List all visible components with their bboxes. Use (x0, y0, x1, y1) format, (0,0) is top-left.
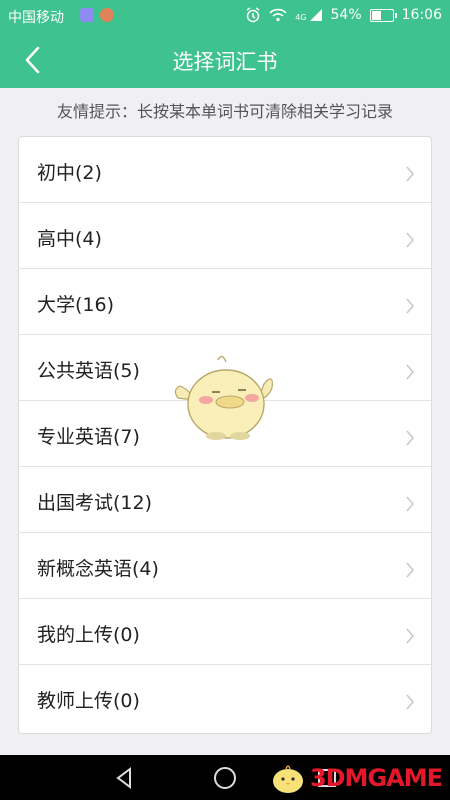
battery-percent: 54% (330, 7, 362, 23)
list-item-label: 高中(4) (37, 228, 102, 250)
status-app-icons (80, 8, 114, 22)
list-item-label: 我的上传(0) (37, 624, 140, 646)
list-item-senior-high[interactable]: 高中(4) (19, 203, 431, 269)
list-item-my-uploads[interactable]: 我的上传(0) (19, 599, 431, 665)
circle-home-icon (214, 767, 236, 789)
status-right: 4G 54% 16:06 (245, 7, 442, 23)
app-bar: 选择词汇书 (0, 32, 450, 88)
chevron-right-icon (406, 364, 414, 380)
list-item-university[interactable]: 大学(16) (19, 269, 431, 335)
battery-icon (369, 8, 397, 22)
app-notification-icon (80, 8, 94, 22)
watermark-logo: 3DMGAME (268, 761, 443, 795)
nav-back-button[interactable] (110, 763, 140, 793)
system-nav-bar: 3DMGAME (0, 755, 450, 800)
page-title: 选择词汇书 (172, 50, 278, 74)
wifi-icon (269, 8, 287, 22)
alarm-icon (246, 7, 260, 23)
status-bar: 中国移动 4G 54% 16:06 (0, 0, 450, 32)
list-item-label: 教师上传(0) (37, 690, 140, 712)
chevron-right-icon (406, 232, 414, 248)
triangle-back-icon (116, 767, 131, 789)
chevron-right-icon (406, 628, 414, 644)
list-item-label: 公共英语(5) (37, 360, 140, 382)
list-item-teacher-uploads[interactable]: 教师上传(0) (19, 665, 431, 731)
hint-text: 友情提示：长按某本单词书可清除相关学习记录 (56, 102, 393, 121)
list-item-label: 专业英语(7) (37, 426, 140, 448)
list-item-label: 出国考试(12) (37, 492, 153, 514)
watermark-chick-icon (272, 765, 303, 793)
list-item-label: 大学(16) (37, 294, 115, 316)
chevron-right-icon (406, 430, 414, 446)
clock: 16:06 (401, 7, 442, 23)
list-item-label: 初中(2) (37, 162, 102, 184)
list-item-new-concept-english[interactable]: 新概念英语(4) (19, 533, 431, 599)
list-item-label: 新概念英语(4) (37, 558, 159, 580)
chevron-right-icon (406, 166, 414, 182)
app-notification-icon (100, 8, 114, 22)
nav-home-button[interactable] (210, 763, 240, 793)
chevron-right-icon (406, 298, 414, 314)
list-item-junior-high[interactable]: 初中(2) (19, 137, 431, 203)
chevron-right-icon (406, 562, 414, 578)
carrier-label: 中国移动 (8, 10, 64, 26)
battery-fill (371, 10, 382, 20)
signal-icon: 4G (295, 8, 322, 22)
list-item-study-abroad-exams[interactable]: 出国考试(12) (19, 467, 431, 533)
chevron-right-icon (406, 496, 414, 512)
chevron-right-icon (406, 694, 414, 710)
watermark-text: 3DMGAME (309, 764, 443, 792)
mascot-watermark-icon (174, 355, 273, 440)
